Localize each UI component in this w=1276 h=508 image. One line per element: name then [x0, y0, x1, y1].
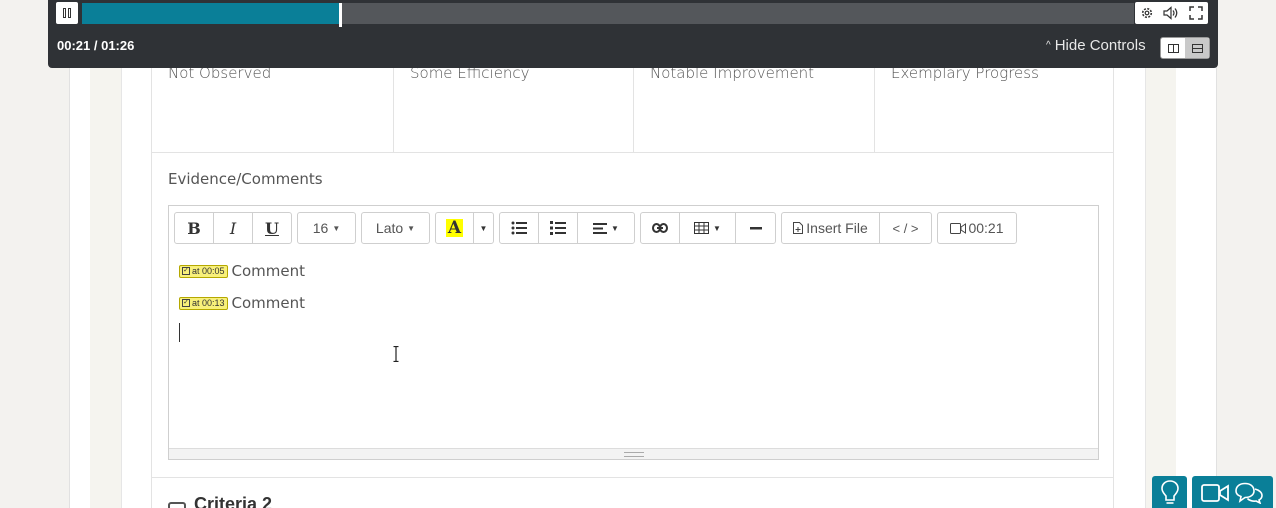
editor-content[interactable]: ✓ at 00:05 Comment ✓ at 00:13 Comment	[179, 261, 305, 325]
video-progress-handle[interactable]	[339, 3, 342, 27]
align-dropdown-button[interactable]: ▼	[578, 213, 634, 243]
highlight-color-button[interactable]: A	[436, 213, 474, 243]
criteria-2-title: Criteria 2	[194, 493, 273, 508]
horizontal-rule-button[interactable]	[736, 213, 775, 243]
font-family-value: Lato	[375, 220, 404, 236]
chevron-down-icon: ▼	[332, 223, 341, 233]
highlight-letter: A	[445, 218, 464, 238]
font-size-group: 16 ▼	[297, 212, 356, 244]
chevron-down-icon: ▼	[407, 223, 416, 233]
video-progress-slider[interactable]	[82, 3, 1134, 27]
pause-icon	[63, 8, 66, 18]
checkbox-icon: ✓	[182, 267, 190, 275]
split-layout-button[interactable]	[1161, 38, 1185, 58]
insert-file-label: Insert File	[806, 220, 868, 236]
underline-button[interactable]: U	[253, 213, 291, 243]
lightbulb-icon	[1160, 480, 1179, 504]
insert-timestamp-button[interactable]: 00:21	[938, 213, 1016, 243]
highlight-group: A ▼	[435, 212, 494, 244]
video-chat-button[interactable]	[1192, 476, 1273, 508]
file-plus-icon	[793, 222, 804, 234]
layout-toggle	[1160, 37, 1210, 59]
fullscreen-icon[interactable]	[1189, 6, 1203, 20]
horizontal-rule-icon	[749, 226, 762, 229]
font-family-group: Lato ▼	[361, 212, 430, 244]
code-view-button[interactable]: < / >	[880, 213, 931, 243]
timestamp-badge[interactable]: ✓ at 00:05	[179, 264, 228, 278]
highlight-dropdown-button[interactable]: ▼	[474, 213, 493, 243]
help-tips-button[interactable]	[1152, 476, 1187, 508]
video-player-bar: 00:21 / 01:26 ^ Hide Controls	[48, 0, 1218, 68]
insert-table-button[interactable]: ▼	[680, 213, 736, 243]
chat-bubbles-icon	[1235, 482, 1264, 504]
timestamp-badge-text: at 00:05	[192, 266, 225, 276]
chevron-down-icon: ▼	[713, 223, 721, 233]
insert-link-button[interactable]	[641, 213, 680, 243]
chevron-down-icon: ▼	[611, 223, 619, 233]
video-progress-fill	[82, 3, 339, 24]
stacked-layout-icon	[1191, 43, 1203, 53]
hide-controls-label: Hide Controls	[1054, 37, 1146, 54]
table-icon	[694, 222, 710, 234]
text-style-group: B I U	[174, 212, 292, 244]
link-icon	[652, 223, 668, 233]
chevron-down-icon: ▼	[479, 223, 488, 233]
split-layout-icon	[1167, 43, 1179, 53]
criteria-2-header[interactable]: Criteria 2	[168, 492, 272, 508]
file-code-group: Insert File < / >	[781, 212, 932, 244]
player-controls	[1135, 2, 1208, 24]
timestamp-label: 00:21	[968, 220, 1004, 236]
rubric-card: Not Observed Some Efficiency Notable Imp…	[151, 0, 1114, 508]
comment-text: Comment	[231, 262, 306, 280]
bulleted-list-icon	[511, 221, 527, 235]
bold-button[interactable]: B	[175, 213, 214, 243]
font-family-dropdown[interactable]: Lato ▼	[362, 213, 429, 243]
insert-group: ▼	[640, 212, 776, 244]
comment-text: Comment	[231, 294, 306, 312]
settings-icon[interactable]	[1140, 6, 1154, 20]
comment-line: ✓ at 00:05 Comment	[179, 261, 305, 281]
font-size-dropdown[interactable]: 16 ▼	[298, 213, 355, 243]
timestamp-group: 00:21	[937, 212, 1017, 244]
editor-resize-handle[interactable]	[169, 448, 1098, 459]
text-caret	[179, 323, 180, 342]
comment-line: ✓ at 00:13 Comment	[179, 293, 305, 313]
grip-icon	[624, 452, 644, 457]
bulleted-list-button[interactable]	[500, 213, 539, 243]
rich-text-editor[interactable]: B I U 16 ▼ Lato ▼ A ▼ ▼ ▼ Insert File < …	[168, 205, 1099, 460]
editor-toolbar: B I U 16 ▼ Lato ▼ A ▼ ▼ ▼ Insert File < …	[174, 212, 1017, 244]
align-left-icon	[593, 222, 608, 234]
stacked-layout-button[interactable]	[1185, 38, 1209, 58]
section-divider	[152, 477, 1113, 478]
insert-file-button[interactable]: Insert File	[782, 213, 880, 243]
numbered-list-button[interactable]	[539, 213, 578, 243]
checkbox-icon: ✓	[182, 299, 190, 307]
pause-button[interactable]	[56, 2, 78, 24]
timestamp-badge[interactable]: ✓ at 00:13	[179, 296, 228, 310]
evidence-comments-heading: Evidence/Comments	[168, 170, 323, 188]
volume-icon[interactable]	[1163, 6, 1179, 20]
italic-button[interactable]: I	[214, 213, 253, 243]
numbered-list-icon	[550, 221, 566, 235]
text-cursor-icon	[393, 346, 399, 362]
hide-controls-button[interactable]: ^ Hide Controls	[1046, 37, 1146, 54]
video-camera-icon	[950, 222, 967, 234]
timestamp-badge-text: at 00:13	[192, 298, 225, 308]
collapse-toggle-icon	[168, 502, 186, 508]
chevron-up-icon: ^	[1046, 40, 1051, 51]
time-readout: 00:21 / 01:26	[57, 38, 135, 53]
list-align-group: ▼	[499, 212, 635, 244]
font-size-value: 16	[312, 220, 329, 236]
pause-icon	[68, 8, 71, 18]
video-camera-icon	[1200, 484, 1229, 502]
